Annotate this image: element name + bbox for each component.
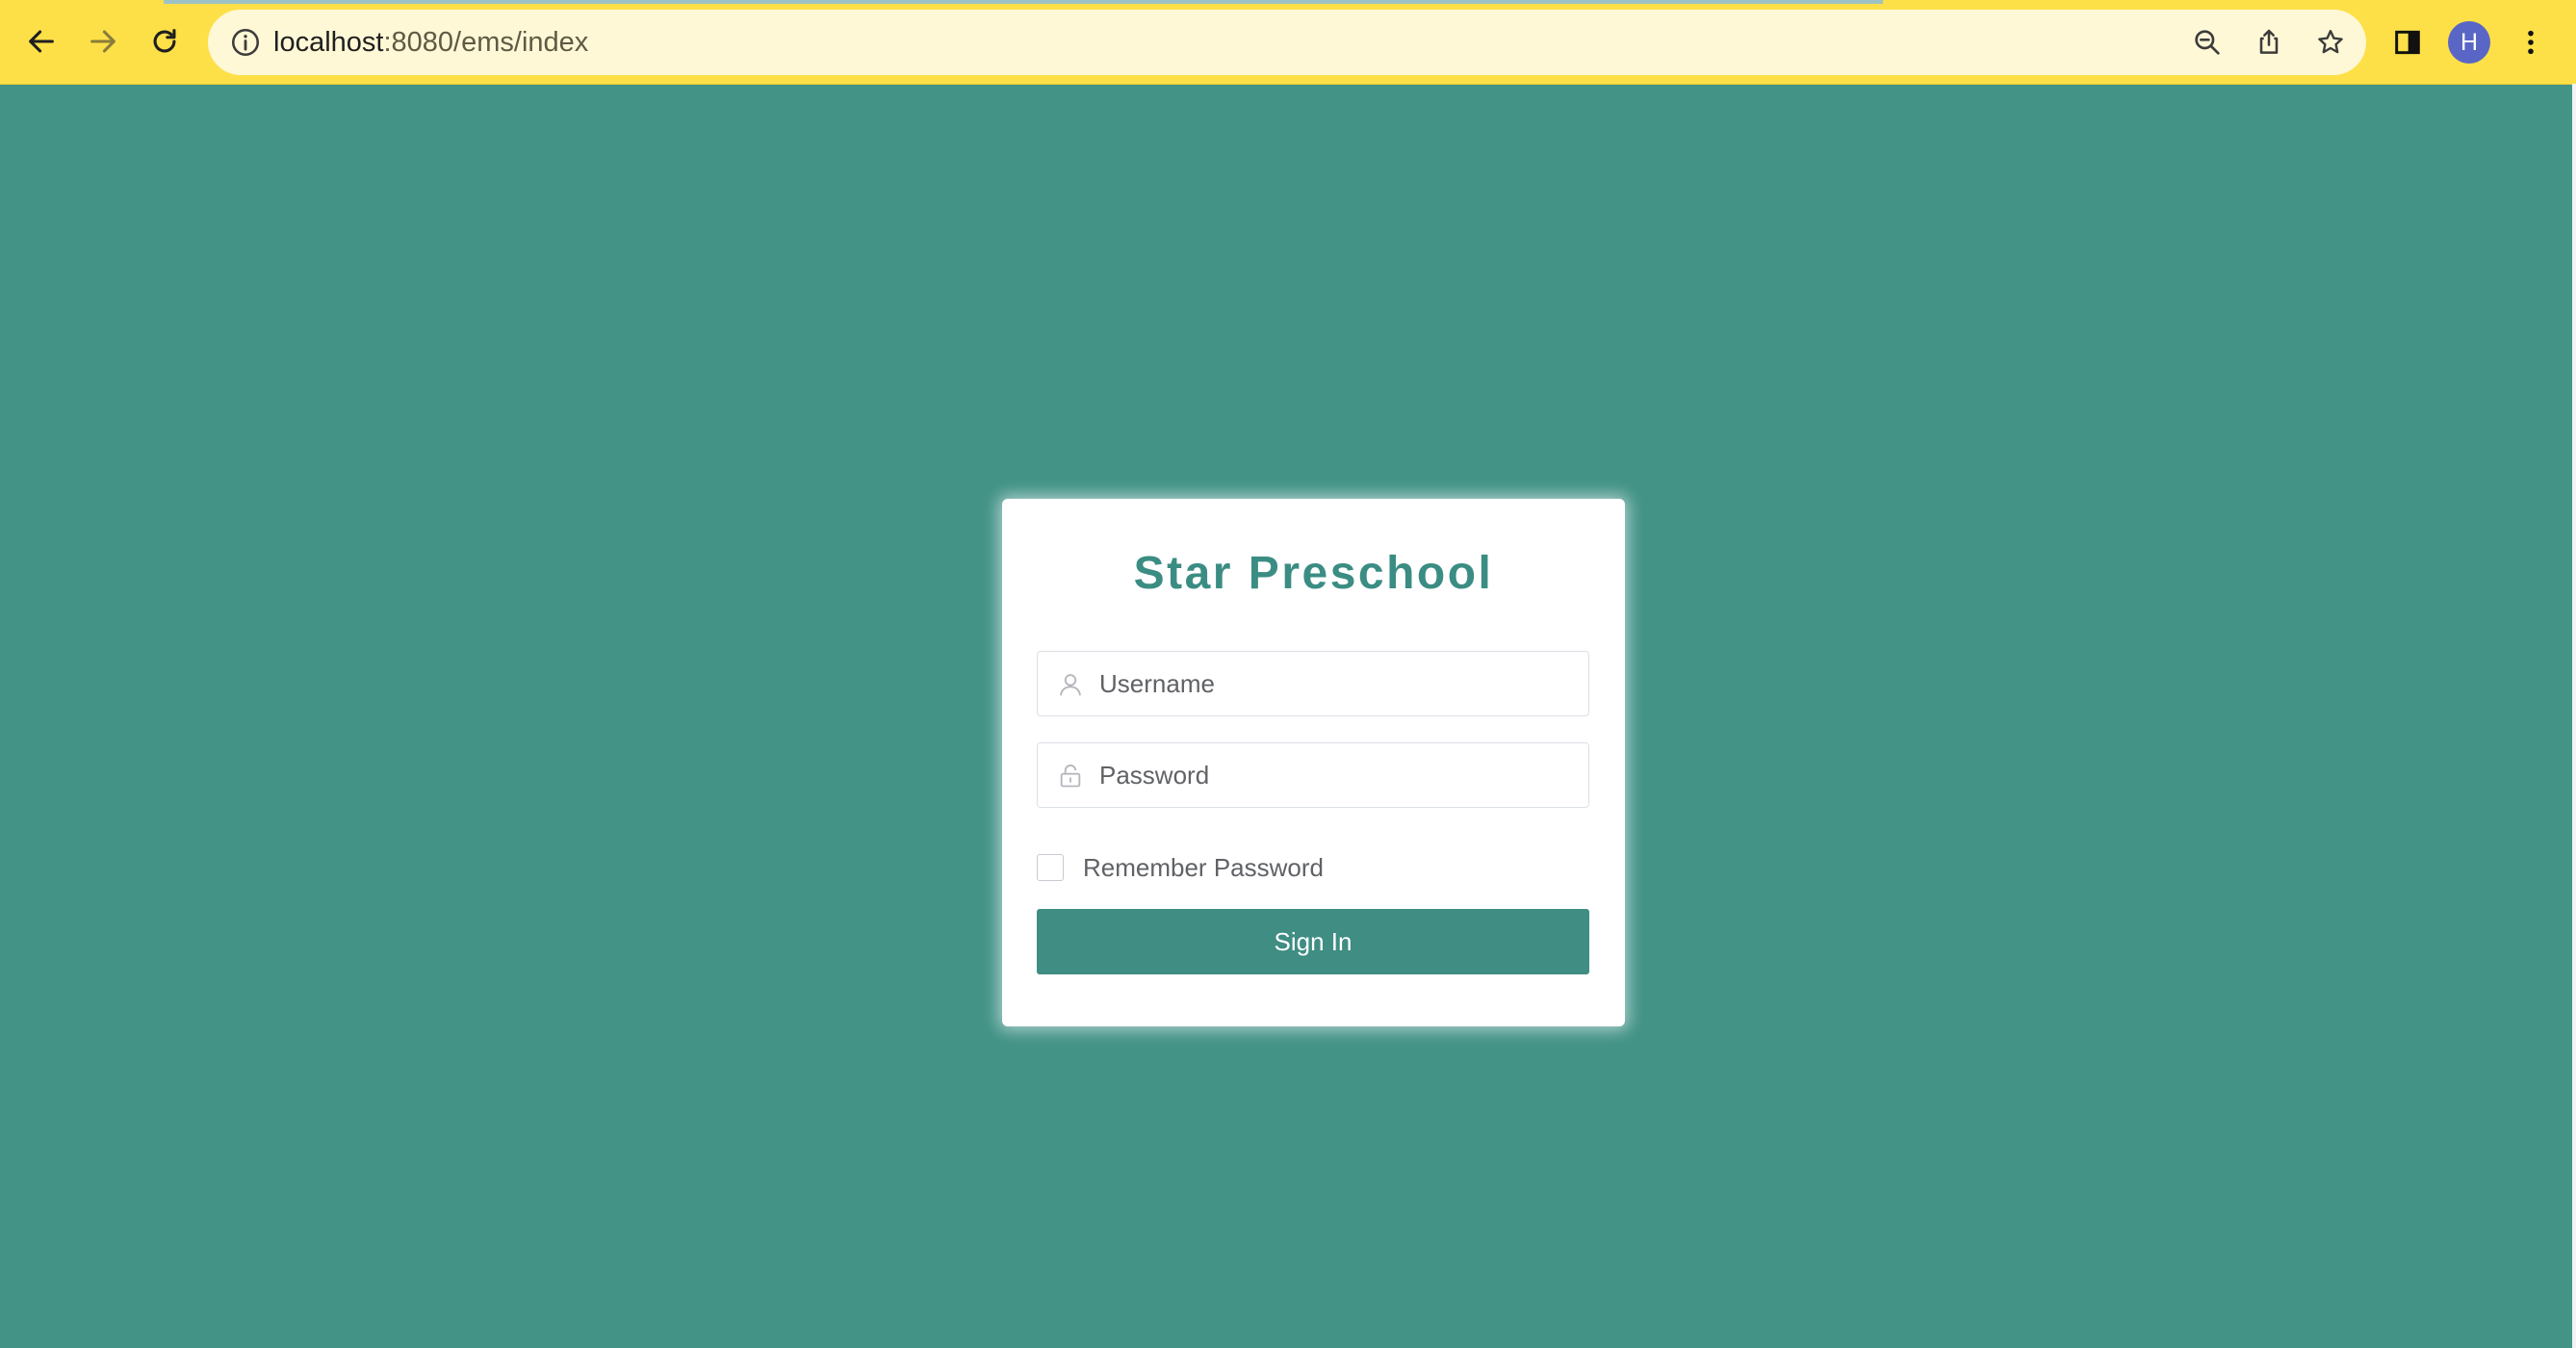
browser-menu-button[interactable] [2510, 21, 2552, 64]
login-card: Star Preschool Remember Password Sign In [1002, 499, 1625, 1026]
arrow-right-icon [90, 30, 116, 53]
sign-in-button[interactable]: Sign In [1037, 909, 1589, 974]
bookmark-button[interactable] [2312, 24, 2349, 61]
reload-icon [153, 29, 176, 53]
star-icon [2318, 30, 2343, 54]
kebab-menu-icon [2528, 30, 2534, 55]
info-icon[interactable] [229, 26, 262, 59]
side-panel-icon [2395, 30, 2420, 55]
arrow-left-icon [29, 30, 54, 53]
reload-button[interactable] [141, 17, 189, 65]
address-bar[interactable]: localhost:8080/ems/index [208, 10, 2366, 75]
username-input[interactable] [1099, 652, 1571, 715]
share-icon [2259, 29, 2279, 54]
remember-password-label[interactable]: Remember Password [1083, 853, 1324, 883]
page-loading-bar [164, 0, 1883, 4]
forward-button[interactable] [79, 17, 127, 65]
url-host: localhost [273, 27, 384, 58]
password-field[interactable] [1037, 742, 1589, 808]
zoom-out-icon [2195, 30, 2220, 55]
url-path: :8080/ems/index [383, 27, 589, 58]
user-icon [1060, 674, 1081, 696]
lock-icon [1060, 765, 1081, 788]
username-field[interactable] [1037, 651, 1589, 716]
browser-toolbar: localhost:8080/ems/index H [0, 0, 2576, 85]
app-title: Star Preschool [1133, 548, 1494, 599]
share-button[interactable] [2251, 24, 2287, 61]
side-panel-button[interactable] [2386, 21, 2429, 64]
remember-password-checkbox[interactable] [1037, 854, 1064, 881]
remember-password-option[interactable]: Remember Password [1037, 852, 1324, 883]
profile-avatar[interactable]: H [2448, 21, 2490, 64]
window-edge [2572, 84, 2576, 1348]
url-text[interactable]: localhost:8080/ems/index [273, 10, 588, 75]
password-input[interactable] [1099, 743, 1571, 807]
zoom-button[interactable] [2189, 24, 2226, 61]
back-button[interactable] [17, 17, 65, 65]
